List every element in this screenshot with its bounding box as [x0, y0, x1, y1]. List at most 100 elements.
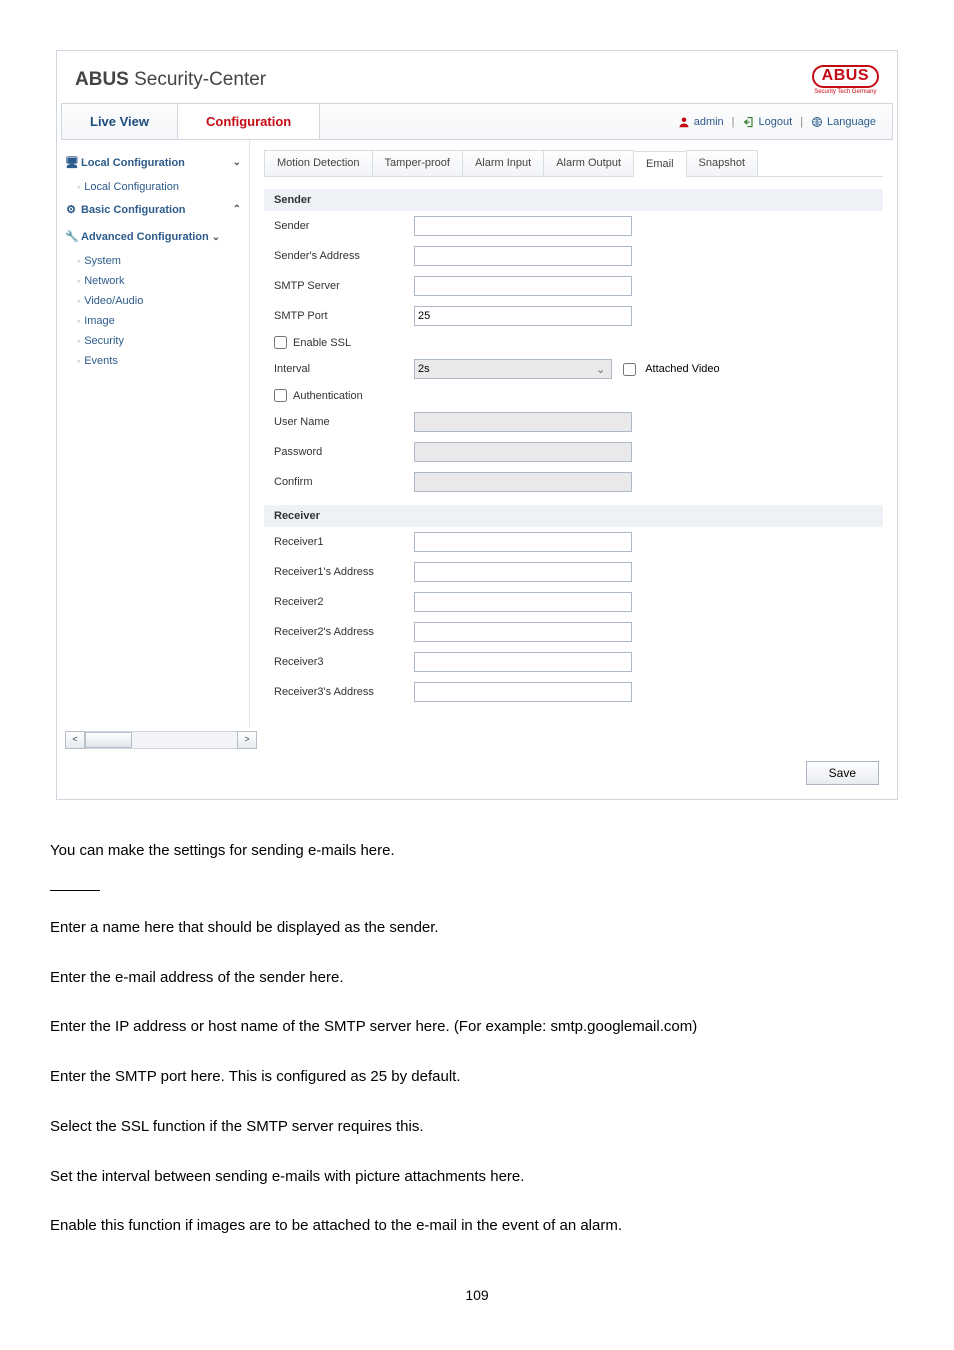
input-sender[interactable] — [414, 216, 632, 236]
label-sender-address: Sender's Address — [274, 250, 414, 262]
sidebar-local-config-label: Local Configuration — [81, 157, 185, 169]
caret-up-icon: ⌃ — [233, 204, 241, 215]
section-sender: Sender — [264, 189, 883, 211]
caret-down-icon: ⌄ — [212, 232, 220, 243]
doc-paragraph: Enable this function if images are to be… — [50, 1215, 904, 1237]
topbar-logout[interactable]: Logout — [759, 116, 793, 128]
topbar-user: admin — [694, 116, 724, 128]
bullet-icon: ◦ — [77, 316, 80, 326]
scroll-thumb[interactable] — [85, 732, 132, 748]
sidebar: 🖥 Local Configuration ⌄ ◦Local Configurat… — [57, 140, 250, 727]
sidebar-local-config[interactable]: 🖥 Local Configuration ⌄ — [57, 150, 249, 175]
label-authentication: Authentication — [293, 390, 363, 402]
sidebar-scrollbar: < > — [57, 727, 265, 757]
bullet-icon: ◦ — [77, 256, 80, 266]
row-receiver3: Receiver3 — [264, 647, 883, 677]
checkbox-attached-video[interactable] — [623, 363, 636, 376]
minitab-snapshot[interactable]: Snapshot — [686, 150, 758, 176]
abus-logo-text: ABUS — [812, 65, 879, 88]
checkbox-enable-ssl[interactable] — [274, 336, 287, 349]
input-smtp-server[interactable] — [414, 276, 632, 296]
row-receiver1: Receiver1 — [264, 527, 883, 557]
save-row: Save — [57, 757, 897, 799]
sidebar-item-events[interactable]: ◦Events — [57, 351, 249, 371]
minitab-alarm-out[interactable]: Alarm Output — [543, 150, 634, 176]
language-icon — [811, 116, 823, 128]
gear-icon: ⚙ — [65, 203, 77, 216]
topbar-language[interactable]: Language — [827, 116, 876, 128]
input-receiver2[interactable] — [414, 592, 632, 612]
input-sender-address[interactable] — [414, 246, 632, 266]
label-attached-video: Attached Video — [645, 363, 719, 375]
sidebar-item-system[interactable]: ◦ System — [57, 251, 249, 271]
sidebar-advanced-config-label: Advanced Configuration — [81, 231, 209, 243]
checkbox-authentication[interactable] — [274, 389, 287, 402]
label-receiver1: Receiver1 — [274, 536, 414, 548]
label-interval: Interval — [274, 363, 414, 375]
sidebar-item-image[interactable]: ◦Image — [57, 311, 249, 331]
input-interval[interactable] — [414, 359, 612, 379]
tab-live-view[interactable]: Live View — [62, 104, 178, 139]
content-panel: Motion Detection Tamper-proof Alarm Inpu… — [250, 140, 897, 727]
sidebar-item-label: Video/Audio — [84, 295, 143, 307]
minitab-email[interactable]: Email — [633, 151, 687, 177]
abus-logo: ABUS Security Tech Germany — [812, 65, 879, 95]
save-button[interactable]: Save — [806, 761, 879, 785]
doc-paragraph: Enter the IP address or host name of the… — [50, 1016, 904, 1038]
page-number: 109 — [50, 1287, 904, 1303]
input-smtp-port[interactable] — [414, 306, 632, 326]
row-smtp-server: SMTP Server — [264, 271, 883, 301]
label-password: Password — [274, 446, 414, 458]
doc-paragraph: Enter a name here that should be display… — [50, 917, 904, 939]
sidebar-item-network[interactable]: ◦ Network — [57, 271, 249, 291]
separator: | — [796, 116, 807, 128]
sidebar-item-security[interactable]: ◦Security — [57, 331, 249, 351]
row-receiver2: Receiver2 — [264, 587, 883, 617]
dropdown-icon[interactable]: ⌄ — [596, 363, 605, 376]
minitab-alarm-in[interactable]: Alarm Input — [462, 150, 544, 176]
brand-title: ABUS Security-Center — [75, 69, 266, 91]
scroll-left-button[interactable]: < — [65, 731, 85, 749]
user-icon — [678, 116, 690, 128]
input-receiver3[interactable] — [414, 652, 632, 672]
input-receiver2-address[interactable] — [414, 622, 632, 642]
bullet-icon: ◦ — [77, 276, 80, 286]
row-receiver2-address: Receiver2's Address — [264, 617, 883, 647]
screen-icon: 🖥 — [65, 156, 77, 169]
tab-configuration[interactable]: Configuration — [178, 104, 320, 139]
input-username[interactable] — [414, 412, 632, 432]
label-receiver2: Receiver2 — [274, 596, 414, 608]
row-confirm: Confirm — [264, 467, 883, 497]
app-header: ABUS Security-Center ABUS Security Tech … — [57, 51, 897, 103]
input-receiver3-address[interactable] — [414, 682, 632, 702]
bullet-icon: ◦ — [77, 182, 80, 192]
document-body: You can make the settings for sending e-… — [50, 840, 904, 1303]
sidebar-local-config-sub[interactable]: ◦Local Configuration — [57, 177, 249, 197]
sidebar-item-label: Network — [84, 275, 124, 287]
scroll-track[interactable] — [85, 731, 237, 749]
label-receiver1-address: Receiver1's Address — [274, 566, 414, 578]
sidebar-advanced-config[interactable]: 🔧Advanced Configuration ⌄ — [57, 224, 249, 249]
label-enable-ssl: Enable SSL — [293, 337, 351, 349]
input-receiver1[interactable] — [414, 532, 632, 552]
row-username: User Name — [264, 407, 883, 437]
input-receiver1-address[interactable] — [414, 562, 632, 582]
input-confirm[interactable] — [414, 472, 632, 492]
section-receiver: Receiver — [264, 505, 883, 527]
doc-paragraph: Enter the SMTP port here. This is config… — [50, 1066, 904, 1088]
minitab-tamper[interactable]: Tamper-proof — [372, 150, 463, 176]
sidebar-item-label: Security — [84, 335, 124, 347]
brand-bold: ABUS — [75, 69, 129, 90]
scroll-right-button[interactable]: > — [237, 731, 257, 749]
minitab-motion[interactable]: Motion Detection — [264, 150, 373, 176]
label-username: User Name — [274, 416, 414, 428]
input-password[interactable] — [414, 442, 632, 462]
main-tabs: Live View Configuration admin | Logout |… — [61, 103, 893, 140]
caret-down-icon: ⌄ — [233, 157, 241, 168]
label-sender: Sender — [274, 220, 414, 232]
label-receiver3-address: Receiver3's Address — [274, 686, 414, 698]
doc-paragraph: Set the interval between sending e-mails… — [50, 1166, 904, 1188]
sidebar-basic-config[interactable]: ⚙Basic Configuration ⌃ — [57, 197, 249, 222]
sidebar-item-video-audio[interactable]: ◦Video/Audio — [57, 291, 249, 311]
sidebar-item-label: System — [84, 255, 121, 267]
